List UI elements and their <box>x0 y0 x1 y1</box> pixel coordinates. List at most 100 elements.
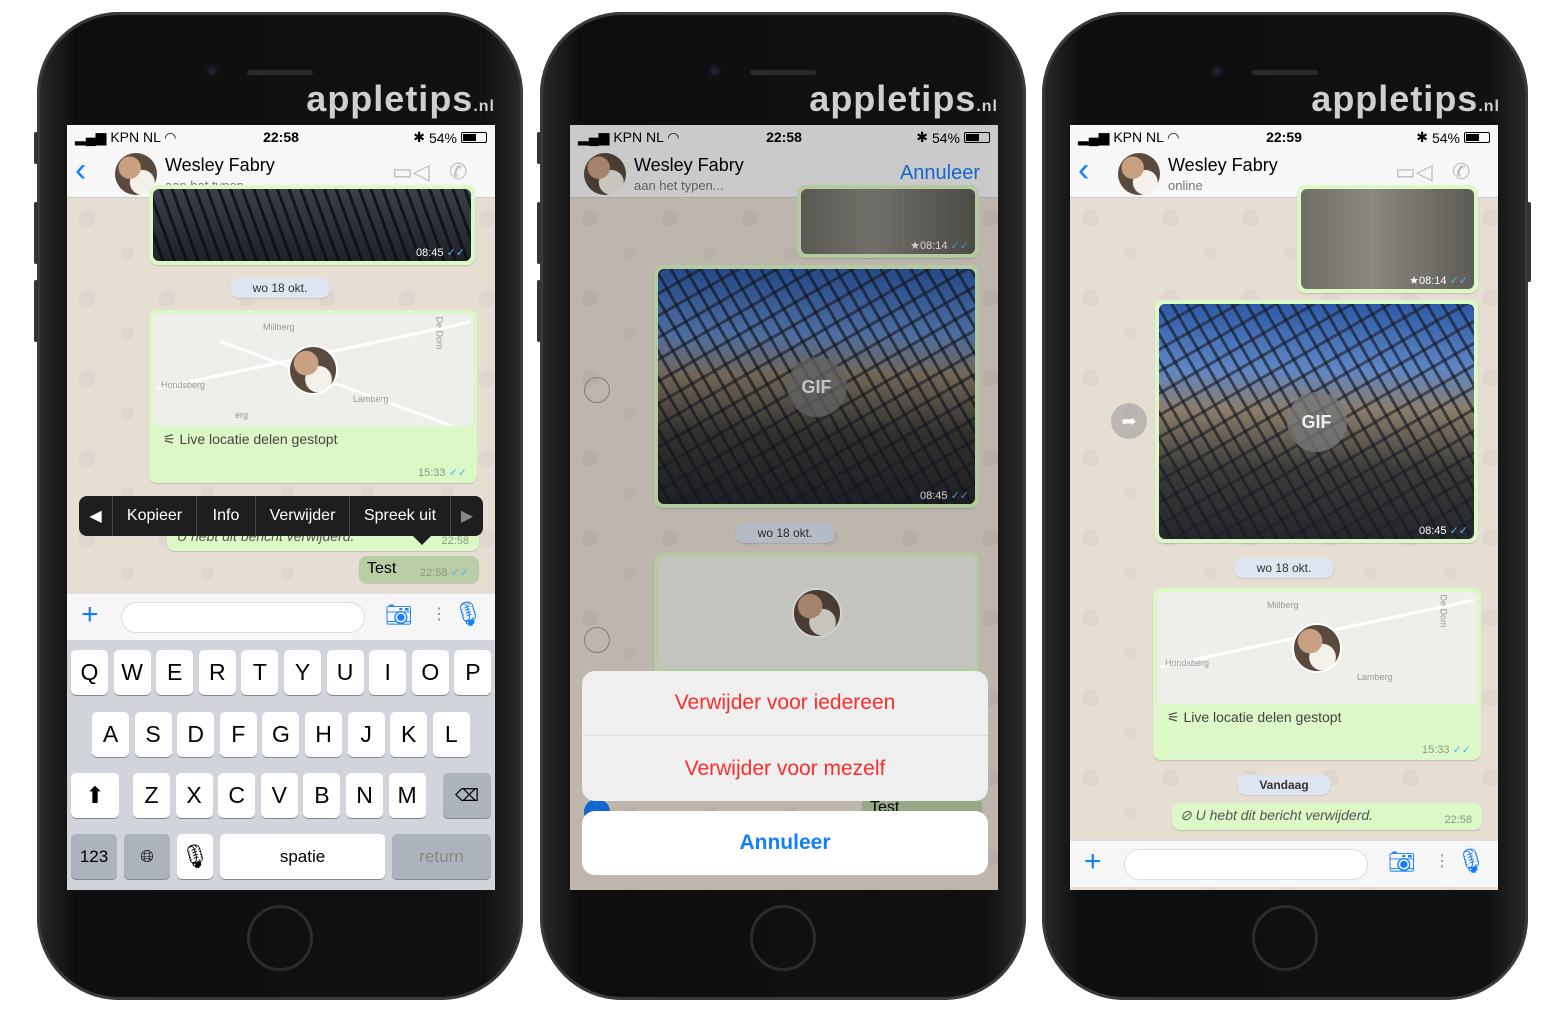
mute-switch <box>537 132 541 164</box>
camera-icon[interactable]: 📷︎ <box>385 602 413 628</box>
separator-dots-icon: ⋮ <box>1434 853 1450 870</box>
key-f[interactable]: F <box>219 712 257 757</box>
key-t[interactable]: T <box>241 650 279 695</box>
key-y[interactable]: Y <box>284 650 321 695</box>
photo-message[interactable]: 08:45 ✓✓ <box>149 185 475 265</box>
home-button[interactable] <box>1252 905 1318 971</box>
key-q[interactable]: Q <box>71 650 108 695</box>
screen: ▂▄▆ KPN NL ◠ 22:59 ✱ 54% ‹ Wesley Fabry o… <box>1070 125 1498 890</box>
volume-up-button <box>537 202 541 264</box>
avatar[interactable] <box>1118 153 1160 195</box>
dictation-key[interactable]: 🎙︎ <box>177 834 213 879</box>
key-m[interactable]: M <box>388 773 426 818</box>
key-g[interactable]: G <box>262 712 300 757</box>
key-e[interactable]: E <box>156 650 194 695</box>
key-x[interactable]: X <box>175 773 213 818</box>
location-avatar <box>1292 623 1342 673</box>
globe-key[interactable]: 🌐︎ <box>124 834 170 879</box>
video-call-icon[interactable]: ▭◁ <box>1395 159 1433 185</box>
video-call-icon[interactable]: ▭◁ <box>392 159 430 185</box>
plus-icon[interactable]: + <box>1084 845 1102 879</box>
microphone-icon[interactable]: 🎙︎ <box>453 600 483 629</box>
microphone-icon[interactable]: 🎙︎ <box>1456 847 1486 876</box>
camera-icon[interactable]: 📷︎ <box>1388 849 1416 875</box>
front-camera <box>205 64 219 78</box>
message-input[interactable] <box>1124 849 1368 880</box>
battery-icon <box>1464 132 1490 143</box>
phone-3: appletips.nl ▂▄▆ KPN NL ◠ 22:59 ✱ 54% ‹ W… <box>1042 12 1531 1000</box>
map-thumbnail: Millberg De Dom Hondsberg Lamberg <box>1157 592 1477 704</box>
photo-message[interactable]: ★08:14 ✓✓ <box>1297 185 1478 293</box>
plus-icon[interactable]: + <box>81 598 99 632</box>
phone-call-icon[interactable]: ✆ <box>1452 159 1470 185</box>
contact-name[interactable]: Wesley Fabry <box>165 155 275 176</box>
menu-item-info[interactable]: Info <box>197 496 256 536</box>
key-v[interactable]: V <box>260 773 298 818</box>
delete-for-me-button[interactable]: Verwijder voor mezelf <box>582 736 988 801</box>
status-bar: ▂▄▆ KPN NL ◠ 22:59 ✱ 54% <box>1070 125 1498 147</box>
selected-test-message[interactable]: Test 22:58 ✓✓ <box>359 556 479 583</box>
key-a[interactable]: A <box>92 712 129 757</box>
message-time: 15:33 ✓✓ <box>417 467 467 479</box>
cancel-button[interactable]: Annuleer <box>582 811 988 875</box>
front-camera <box>1210 64 1224 78</box>
shift-key[interactable]: ⬆ <box>71 773 119 818</box>
forward-icon[interactable]: ➦ <box>1111 403 1147 439</box>
delete-for-everyone-button[interactable]: Verwijder voor iedereen <box>582 671 988 736</box>
screen: ▂▄▆ KPN NL ◠ 22:58 ✱ 54% Wesley Fabry aan… <box>570 125 998 890</box>
key-h[interactable]: H <box>305 712 342 757</box>
menu-item-speak[interactable]: Spreek uit <box>350 496 451 536</box>
key-n[interactable]: N <box>346 773 383 818</box>
live-location-message[interactable]: Millberg De Dom Hondsberg Lamberg erg ⚟ … <box>149 310 477 483</box>
context-menu: ◀ Kopieer Info Verwijder Spreek uit ▶ <box>79 496 483 545</box>
key-i[interactable]: I <box>369 650 407 695</box>
home-button[interactable] <box>247 905 313 971</box>
read-ticks-icon: ✓✓ <box>446 247 465 259</box>
gif-play-button[interactable]: GIF <box>1286 391 1347 452</box>
menu-prev-arrow-icon[interactable]: ◀ <box>79 496 113 536</box>
live-location-message[interactable]: Millberg De Dom Hondsberg Lamberg ⚟ Live… <box>1153 588 1481 760</box>
menu-next-arrow-icon[interactable]: ▶ <box>451 496 483 536</box>
input-bar: + 📷︎ ⋮ 🎙︎ <box>67 593 495 640</box>
location-avatar <box>288 345 338 395</box>
back-chevron-icon[interactable]: ‹ <box>1078 153 1089 187</box>
contact-name[interactable]: Wesley Fabry <box>1168 155 1278 176</box>
key-j[interactable]: J <box>347 712 385 757</box>
action-sheet: Verwijder voor iedereen Verwijder voor m… <box>582 671 988 801</box>
key-w[interactable]: W <box>113 650 151 695</box>
key-d[interactable]: D <box>177 712 215 757</box>
screen: ▂▄▆ KPN NL ◠ 22:58 ✱54% ‹ Wesley Fabry a… <box>67 125 495 890</box>
phone-1: appletips.nl ▂▄▆ KPN NL ◠ 22:58 ✱ 54% ‹ W… <box>34 12 523 1000</box>
appletips-logo: appletips.nl <box>306 78 495 119</box>
phone-call-icon[interactable]: ✆ <box>449 159 467 185</box>
bluetooth-icon: ✱ <box>1416 129 1428 145</box>
key-b[interactable]: B <box>303 773 341 818</box>
return-key[interactable]: return <box>392 834 491 879</box>
menu-item-copy[interactable]: Kopieer <box>113 496 197 536</box>
power-button <box>1527 202 1531 282</box>
key-p[interactable]: P <box>454 650 492 695</box>
message-input[interactable] <box>121 602 365 633</box>
bluetooth-icon: ✱ <box>413 129 425 145</box>
key-r[interactable]: R <box>198 650 236 695</box>
menu-item-delete[interactable]: Verwijder <box>256 496 350 536</box>
phone-2: appletips.nl ▂▄▆ KPN NL ◠ 22:58 ✱ 54% Wes… <box>537 12 1026 1000</box>
numbers-key[interactable]: 123 <box>71 834 117 879</box>
key-z[interactable]: Z <box>133 773 170 818</box>
key-o[interactable]: O <box>411 650 449 695</box>
deleted-message[interactable]: ⊘ U hebt dit bericht verwijderd. 22:58 <box>1172 803 1482 830</box>
backspace-key[interactable]: ⌫ <box>443 773 491 818</box>
key-u[interactable]: U <box>326 650 364 695</box>
back-chevron-icon[interactable]: ‹ <box>75 153 86 187</box>
key-k[interactable]: K <box>390 712 428 757</box>
prohibited-icon: ⊘ <box>1180 807 1192 823</box>
gif-message[interactable]: GIF 08:45 ✓✓ <box>1155 300 1478 543</box>
key-c[interactable]: C <box>218 773 256 818</box>
earpiece <box>247 70 313 75</box>
home-button[interactable] <box>750 905 816 971</box>
space-key[interactable]: spatie <box>220 834 385 879</box>
map-thumbnail: Millberg De Dom Hondsberg Lamberg erg <box>153 314 473 426</box>
key-s[interactable]: S <box>134 712 172 757</box>
key-l[interactable]: L <box>432 712 470 757</box>
front-camera <box>708 64 722 78</box>
